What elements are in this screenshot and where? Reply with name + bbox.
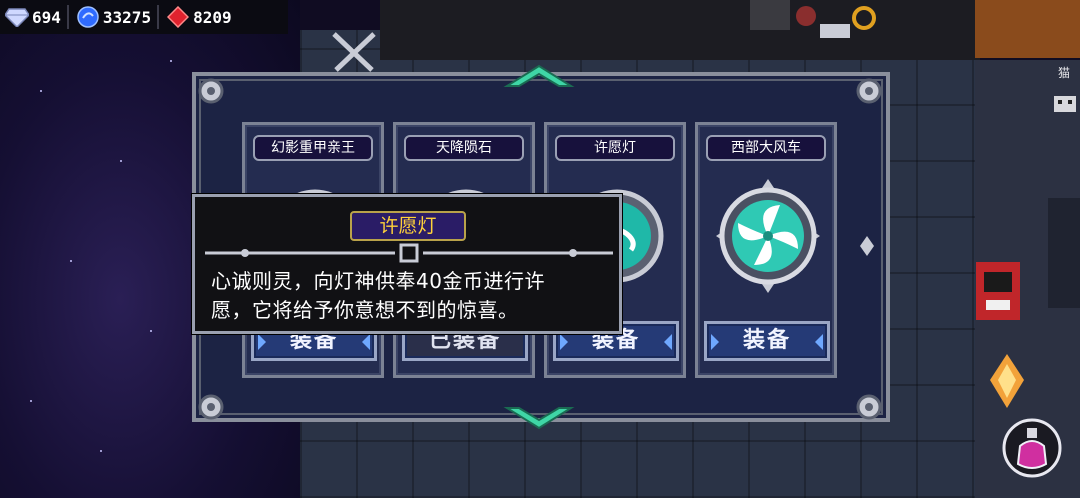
side-label: 猫 bbox=[1058, 66, 1071, 80]
skin-name: 幻影重甲亲王 bbox=[253, 135, 373, 161]
equip-button-label: 装备 bbox=[742, 328, 791, 353]
tooltip-description-line: 愿，它将给予你意想不到的惊喜。 bbox=[211, 298, 519, 322]
tooltip-description: 心诚则灵，向灯神供奉40金币进行许 愿，它将给予你意想不到的惊喜。 bbox=[211, 267, 611, 325]
scroll-down-arrow-icon[interactable] bbox=[503, 406, 575, 430]
skin-name: 西部大风车 bbox=[706, 135, 826, 161]
ruby-icon bbox=[165, 6, 191, 28]
star bbox=[40, 90, 42, 92]
table bbox=[975, 0, 1080, 58]
star bbox=[70, 260, 72, 262]
triangle-left-icon bbox=[711, 334, 719, 350]
triangle-left-icon bbox=[560, 334, 568, 350]
pinwheel-medal-icon bbox=[714, 177, 822, 295]
equip-button[interactable]: 装备 bbox=[704, 321, 830, 361]
cabinet bbox=[1048, 198, 1080, 308]
panel-ornament-icon bbox=[860, 236, 874, 256]
star bbox=[170, 60, 172, 62]
triangle-right-icon bbox=[815, 334, 823, 350]
skin-name: 天降陨石 bbox=[404, 135, 524, 161]
blue-orb-icon bbox=[75, 6, 101, 28]
crossed-swords-icon bbox=[326, 28, 382, 76]
diamond-icon bbox=[4, 6, 30, 28]
scroll-up-arrow-icon[interactable] bbox=[503, 64, 575, 88]
skin-card[interactable]: 西部大风车 装备 bbox=[695, 122, 837, 378]
energy-counter: 33275 bbox=[71, 0, 155, 34]
triangle-right-icon bbox=[664, 334, 672, 350]
potion-icon[interactable] bbox=[1000, 416, 1064, 480]
energy-count: 33275 bbox=[102, 7, 152, 27]
triangle-right-icon bbox=[362, 334, 370, 350]
skin-name: 许愿灯 bbox=[555, 135, 675, 161]
skin-info-tooltip: 许愿灯 心诚则灵，向灯神供奉40金币进行许 愿，它将给予你意想不到的惊喜。 bbox=[192, 194, 622, 334]
tooltip-title-badge: 许愿灯 bbox=[350, 211, 466, 241]
ruby-count: 8209 bbox=[193, 7, 232, 27]
workshop-clutter bbox=[740, 0, 880, 50]
workshop-area bbox=[380, 0, 980, 60]
divider bbox=[66, 5, 69, 29]
tooltip-description-line: 心诚则灵，向灯神供奉40金币进行许 bbox=[211, 269, 545, 293]
panel-corner-bolt-icon bbox=[852, 74, 886, 108]
star bbox=[100, 450, 102, 452]
star bbox=[120, 160, 122, 162]
arcade-machine bbox=[976, 262, 1026, 322]
tooltip-title: 许愿灯 bbox=[379, 215, 437, 237]
currency-bar: 694 33275 8209 bbox=[0, 0, 288, 34]
panel-corner-bolt-icon bbox=[852, 390, 886, 424]
star bbox=[30, 400, 32, 402]
lantern-icon bbox=[984, 352, 1030, 410]
tooltip-divider-ornament bbox=[205, 243, 613, 263]
cat-icon bbox=[1048, 88, 1080, 118]
star bbox=[150, 330, 152, 332]
gem-count: 694 bbox=[32, 7, 61, 27]
panel-corner-bolt-icon bbox=[194, 390, 228, 424]
panel-corner-bolt-icon bbox=[194, 74, 228, 108]
divider bbox=[157, 5, 160, 29]
gem-counter: 694 bbox=[0, 0, 65, 34]
ruby-counter: 8209 bbox=[161, 0, 236, 34]
triangle-left-icon bbox=[258, 334, 266, 350]
